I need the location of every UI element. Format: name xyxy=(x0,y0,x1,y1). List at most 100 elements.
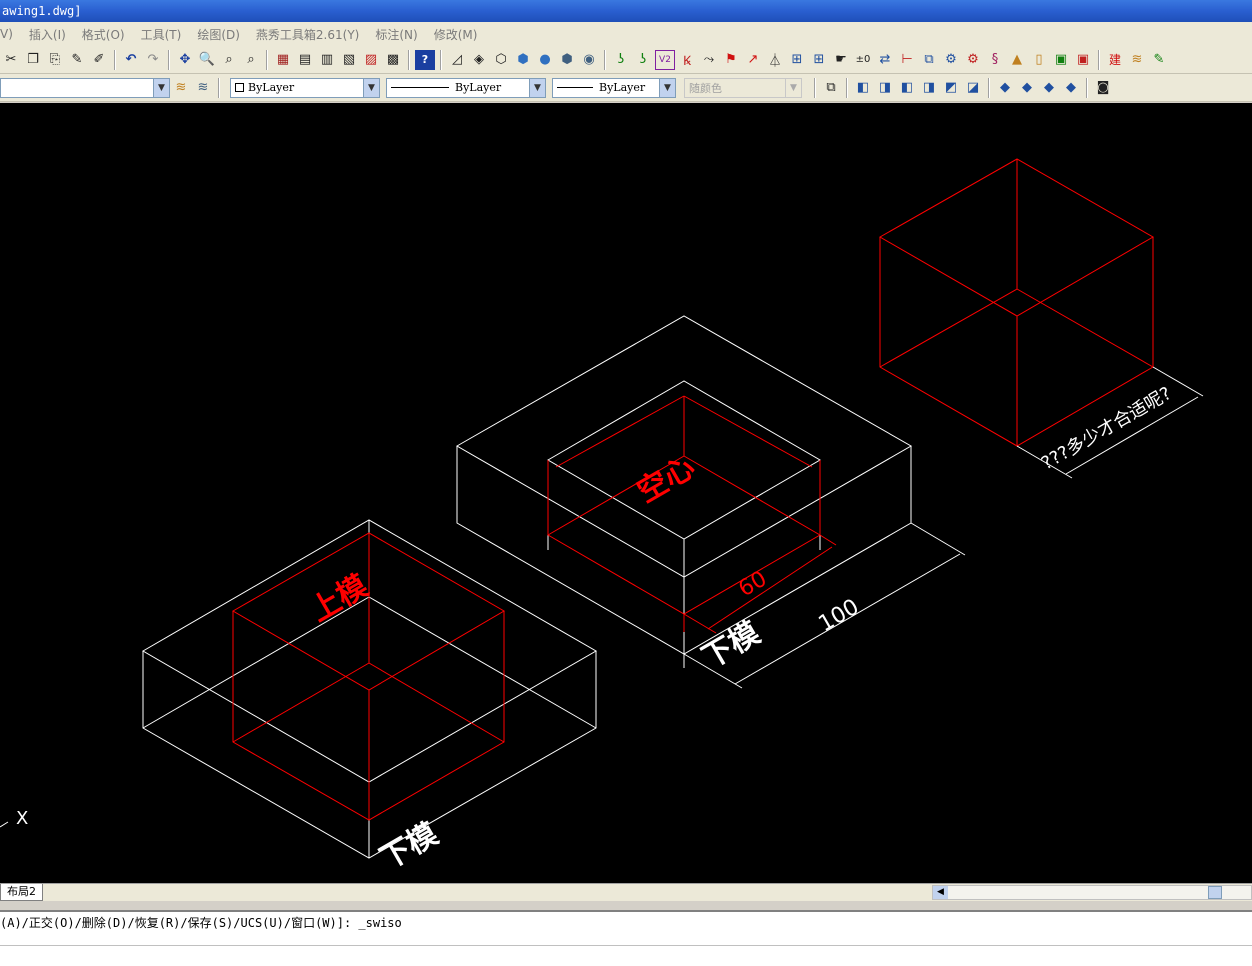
yx-pencil-icon[interactable]: ✎ xyxy=(1149,50,1169,70)
separator xyxy=(168,49,170,70)
calculator-icon[interactable]: ▩ xyxy=(383,50,403,70)
menu-yanxiu-toolbox[interactable]: 燕秀工具箱2.61(Y) xyxy=(256,26,359,43)
design-center-icon[interactable]: ▤ xyxy=(295,50,315,70)
yx-bracket-icon[interactable]: ⊢ xyxy=(897,50,917,70)
yx-tool-7-icon[interactable]: ↗ xyxy=(743,50,763,70)
shade-icon[interactable]: ◈ xyxy=(469,50,489,70)
title-bar: awing1.dwg] xyxy=(0,0,1252,22)
menu-insert[interactable]: 插入(I) xyxy=(29,26,66,43)
yx-gear-icon[interactable]: ⚙ xyxy=(941,50,961,70)
layer-combo[interactable]: ▼ xyxy=(0,77,170,98)
sphere-icon[interactable]: ● xyxy=(535,50,555,70)
view-top-icon[interactable]: ◧ xyxy=(853,78,873,98)
yx-save-green-icon[interactable]: ▣ xyxy=(1051,50,1071,70)
tool-palette-icon[interactable]: ▥ xyxy=(317,50,337,70)
menu-dimension[interactable]: 标注(N) xyxy=(375,26,417,43)
menu-view[interactable]: V) xyxy=(0,27,13,41)
copy-icon[interactable]: ❐ xyxy=(23,50,43,70)
yx-tool-1-icon[interactable]: ʖ xyxy=(611,50,631,70)
cut-icon[interactable]: ✂ xyxy=(1,50,21,70)
yx-grid-1-icon[interactable]: ⊞ xyxy=(787,50,807,70)
canvas-background xyxy=(0,103,1252,883)
plotstyle-combo: 随颜色 ▼ xyxy=(684,77,802,98)
tab-layout2[interactable]: 布局2 xyxy=(0,884,43,901)
undo-icon[interactable]: ↶ xyxy=(121,50,141,70)
cad-window: awing1.dwg] V) 插入(I) 格式(O) 工具(T) 绘图(D) 燕… xyxy=(0,0,1252,966)
brush-icon[interactable]: ✐ xyxy=(89,50,109,70)
yx-doc-icon[interactable]: ▯ xyxy=(1029,50,1049,70)
yx-tool-5-icon[interactable]: ⤳ xyxy=(699,50,719,70)
shaded-box-icon[interactable]: ⬢ xyxy=(513,50,533,70)
view-left-icon[interactable]: ◧ xyxy=(897,78,917,98)
yx-tool-4-icon[interactable]: Ꝃ xyxy=(677,50,697,70)
scroll-left-icon[interactable]: ◀ xyxy=(933,886,948,899)
separator xyxy=(266,49,268,70)
chevron-down-icon[interactable]: ▼ xyxy=(659,78,675,97)
color-combo-value: ByLayer xyxy=(248,81,295,94)
view-bottom-icon[interactable]: ◨ xyxy=(875,78,895,98)
sheet-set-icon[interactable]: ▧ xyxy=(339,50,359,70)
separator xyxy=(814,77,816,98)
horizontal-scrollbar[interactable]: ◀ xyxy=(932,885,1252,900)
chevron-down-icon[interactable]: ▼ xyxy=(153,78,169,97)
yx-tool-2-icon[interactable]: ʖ xyxy=(633,50,653,70)
yx-layers-icon[interactable]: ≋ xyxy=(1127,50,1147,70)
mirror-icon[interactable]: ⏃ xyxy=(765,50,785,70)
menu-modify[interactable]: 修改(M) xyxy=(434,26,478,43)
view-right-icon[interactable]: ◨ xyxy=(919,78,939,98)
linetype-sample-icon xyxy=(391,87,449,88)
paste-icon[interactable]: ⎘ xyxy=(45,50,65,70)
ucs-x-label: X xyxy=(16,808,28,829)
yx-cone-icon[interactable]: ▲ xyxy=(1007,50,1027,70)
lineweight-combo[interactable]: ByLayer ▼ xyxy=(552,77,676,98)
help-icon[interactable]: ? xyxy=(415,49,435,70)
yx-plus-zero-icon[interactable]: ±0 xyxy=(853,50,873,70)
ne-iso-icon[interactable]: ◆ xyxy=(1039,78,1059,98)
view-front-icon[interactable]: ◩ xyxy=(941,78,961,98)
yx-grid-2-icon[interactable]: ⊞ xyxy=(809,50,829,70)
separator xyxy=(846,77,848,98)
zoom-realtime-icon[interactable]: 🔍 xyxy=(197,50,217,70)
yx-build-icon[interactable]: 建 xyxy=(1105,50,1125,70)
se-iso-icon[interactable]: ◆ xyxy=(1017,78,1037,98)
markup-icon[interactable]: ▨ xyxy=(361,50,381,70)
drawing-canvas[interactable]: 上模 下模 空心 下模 60 100 ???多少才合适呢? X xyxy=(0,103,1252,883)
yx-save-red-icon[interactable]: ▣ xyxy=(1073,50,1093,70)
wireframe-box-icon[interactable]: ⬡ xyxy=(491,50,511,70)
zoom-previous-icon[interactable]: ⌕ xyxy=(241,50,261,70)
nw-iso-icon[interactable]: ◆ xyxy=(1061,78,1081,98)
command-line[interactable]: (A)/正交(O)/删除(D)/恢复(R)/保存(S)/UCS(U)/窗口(W)… xyxy=(0,910,1252,966)
view-back-icon[interactable]: ◪ xyxy=(963,78,983,98)
sw-iso-icon[interactable]: ◆ xyxy=(995,78,1015,98)
yx-swap-icon[interactable]: ⇄ xyxy=(875,50,895,70)
named-views-icon[interactable]: ⧉ xyxy=(821,78,841,98)
flag-icon[interactable]: ⚑ xyxy=(721,50,741,70)
yx-spring-icon[interactable]: § xyxy=(985,50,1005,70)
chevron-down-icon[interactable]: ▼ xyxy=(363,78,379,97)
gouraud-box-icon[interactable]: ⬢ xyxy=(557,50,577,70)
match-properties-icon[interactable]: ✎ xyxy=(67,50,87,70)
zoom-window-icon[interactable]: ⌕ xyxy=(219,50,239,70)
scroll-thumb[interactable] xyxy=(1208,886,1222,899)
separator xyxy=(988,77,990,98)
menu-draw[interactable]: 绘图(D) xyxy=(197,26,240,43)
color-combo[interactable]: ByLayer ▼ xyxy=(230,77,380,98)
layer-manager-icon[interactable]: ≋ xyxy=(193,78,213,98)
menu-format[interactable]: 格式(O) xyxy=(82,26,125,43)
chevron-down-icon[interactable]: ▼ xyxy=(529,78,545,97)
menu-tools[interactable]: 工具(T) xyxy=(141,26,182,43)
separator xyxy=(1086,77,1088,98)
pan-icon[interactable]: ✥ xyxy=(175,50,195,70)
properties-icon[interactable]: ▦ xyxy=(273,50,293,70)
yx-hand-icon[interactable]: ☛ xyxy=(831,50,851,70)
yx-v2-icon[interactable]: V2 xyxy=(655,49,675,70)
named-views-icon[interactable]: ◿ xyxy=(447,50,467,70)
camera-icon[interactable]: ◙ xyxy=(1093,78,1113,98)
render-sphere-icon[interactable]: ◉ xyxy=(579,50,599,70)
redo-icon[interactable]: ↷ xyxy=(143,50,163,70)
yx-gear2-icon[interactable]: ⚙ xyxy=(963,50,983,70)
linetype-combo[interactable]: ByLayer ▼ xyxy=(386,77,546,98)
menu-bar: V) 插入(I) 格式(O) 工具(T) 绘图(D) 燕秀工具箱2.61(Y) … xyxy=(0,22,1252,46)
yx-stair-icon[interactable]: ⧉ xyxy=(919,50,939,70)
layer-previous-icon[interactable]: ≋ xyxy=(171,78,191,98)
